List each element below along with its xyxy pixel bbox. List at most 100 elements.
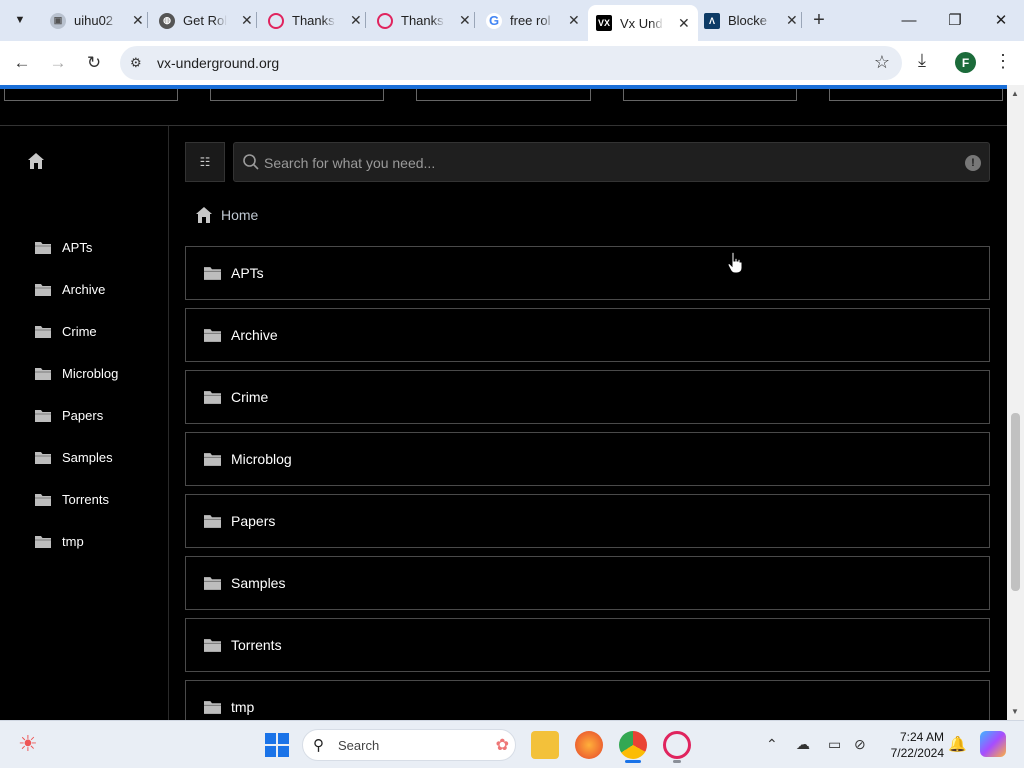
- view-toggle-button[interactable]: ☷: [185, 142, 225, 182]
- display-icon[interactable]: ▭: [828, 736, 841, 753]
- cloud-offline-icon[interactable]: ☁: [796, 736, 810, 753]
- close-window-button[interactable]: ✕: [978, 6, 1024, 34]
- tab-divider: [801, 12, 802, 28]
- site-info-icon[interactable]: ⚙: [130, 55, 142, 71]
- search-input[interactable]: [264, 151, 954, 175]
- folder-row-crime[interactable]: Crime: [185, 370, 990, 424]
- sidebar-item-label: tmp: [62, 533, 84, 549]
- breadcrumb-home-link[interactable]: Home: [221, 207, 258, 223]
- close-icon[interactable]: ✕: [568, 12, 580, 29]
- info-icon[interactable]: !: [965, 155, 981, 171]
- tab-title: Thanks: [292, 13, 335, 28]
- tab-uihu02[interactable]: ▣ uihu02 ✕: [42, 5, 152, 36]
- start-button[interactable]: [265, 733, 289, 757]
- close-icon[interactable]: ✕: [459, 12, 471, 29]
- sidebar-item-apts[interactable]: APTs: [35, 235, 92, 259]
- profile-avatar[interactable]: F: [955, 52, 976, 73]
- download-icon[interactable]: ⤓: [918, 50, 926, 71]
- scroll-down-icon[interactable]: ▼: [1011, 707, 1019, 716]
- folder-row-archive[interactable]: Archive: [185, 308, 990, 362]
- tab-search-button[interactable]: ▼: [8, 8, 32, 32]
- tab-thanks-2[interactable]: Thanks ✕: [369, 5, 479, 36]
- tab-title: Get Rol: [183, 13, 227, 28]
- folder-icon: [35, 283, 51, 296]
- folder-row-microblog[interactable]: Microblog: [185, 432, 990, 486]
- back-button[interactable]: ←: [10, 51, 34, 75]
- sidebar: APTs Archive Crime Microblog Papers Samp…: [0, 126, 169, 720]
- omnibox[interactable]: ⚙ vx-underground.org ☆: [120, 46, 902, 80]
- search-highlight-icon: ✿: [495, 737, 509, 754]
- home-icon[interactable]: [27, 152, 45, 170]
- breadcrumb: Home: [195, 206, 258, 224]
- lambda-icon: Λ: [704, 12, 720, 29]
- folder-row-samples[interactable]: Samples: [185, 556, 990, 610]
- folder-icon: [204, 515, 221, 528]
- folder-icon: [35, 241, 51, 254]
- header-tile[interactable]: [4, 89, 178, 101]
- close-icon[interactable]: ✕: [132, 12, 144, 29]
- close-icon[interactable]: ✕: [786, 12, 798, 29]
- folder-row-apts[interactable]: APTs: [185, 246, 990, 300]
- close-icon[interactable]: ✕: [241, 12, 253, 29]
- sidebar-item-tmp[interactable]: tmp: [35, 529, 84, 553]
- folder-icon: [204, 391, 221, 404]
- tab-blocked[interactable]: Λ Blocke ✕: [696, 5, 806, 36]
- sidebar-item-crime[interactable]: Crime: [35, 319, 97, 343]
- search-box: !: [233, 142, 990, 182]
- opera-icon: [268, 12, 284, 29]
- restore-button[interactable]: ❐: [932, 6, 978, 34]
- minimize-button[interactable]: —: [886, 6, 932, 34]
- sidebar-item-label: Samples: [62, 449, 113, 465]
- clock[interactable]: 7:24 AM 7/22/2024: [884, 729, 944, 761]
- image-icon: ▣: [50, 12, 66, 29]
- notification-bell-icon[interactable]: 🔔: [948, 735, 967, 753]
- google-icon: G: [486, 12, 502, 29]
- tab-vx-underground[interactable]: VX Vx Und ✕: [588, 5, 698, 41]
- sidebar-item-label: Crime: [62, 323, 97, 339]
- folder-icon: [35, 409, 51, 422]
- main-content: ☷ ! Home APTs Archive Crime: [185, 85, 991, 720]
- taskbar-search[interactable]: ⚲ Search ✿: [302, 729, 516, 761]
- sidebar-item-torrents[interactable]: Torrents: [35, 487, 109, 511]
- folder-row-tmp[interactable]: tmp: [185, 680, 990, 720]
- copilot-icon[interactable]: [980, 731, 1006, 757]
- weather-widget-icon[interactable]: ☀: [18, 731, 38, 757]
- tab-thanks-1[interactable]: Thanks ✕: [260, 5, 370, 36]
- opera-icon[interactable]: [663, 731, 691, 759]
- sidebar-item-papers[interactable]: Papers: [35, 403, 103, 427]
- chrome-icon[interactable]: [619, 731, 647, 759]
- url-text[interactable]: vx-underground.org: [157, 55, 279, 71]
- taskbar: ☀ ⚲ Search ✿ ⌃ ☁ ▭ ⊘ 7:24 AM 7/22/2024 🔔: [0, 720, 1024, 768]
- taskbar-search-label: Search: [338, 738, 380, 753]
- sidebar-item-samples[interactable]: Samples: [35, 445, 113, 469]
- close-icon[interactable]: ✕: [350, 12, 362, 29]
- more-menu-icon[interactable]: ⋮: [994, 51, 1012, 72]
- forward-button[interactable]: →: [46, 51, 70, 75]
- reload-button[interactable]: ↻: [82, 51, 106, 75]
- folder-row-papers[interactable]: Papers: [185, 494, 990, 548]
- page-scrollbar[interactable]: ▲ ▼: [1007, 85, 1024, 720]
- sidebar-item-archive[interactable]: Archive: [35, 277, 105, 301]
- home-icon[interactable]: [195, 206, 213, 224]
- scroll-thumb[interactable]: [1011, 413, 1020, 591]
- sidebar-item-microblog[interactable]: Microblog: [35, 361, 118, 385]
- globe-icon: ◍: [159, 12, 175, 29]
- tab-title: Vx Und: [620, 15, 663, 31]
- folder-row-torrents[interactable]: Torrents: [185, 618, 990, 672]
- new-tab-button[interactable]: +: [808, 8, 830, 32]
- folder-icon: [204, 267, 221, 280]
- file-explorer-icon[interactable]: [531, 731, 559, 759]
- network-icon[interactable]: ⊘: [854, 736, 866, 753]
- tab-divider: [474, 12, 475, 28]
- chevron-up-icon[interactable]: ⌃: [766, 736, 778, 753]
- folder-name: APTs: [231, 265, 264, 281]
- tab-free-rol[interactable]: G free rol ✕: [478, 5, 588, 36]
- sidebar-item-label: APTs: [62, 239, 93, 255]
- bookmark-star-icon[interactable]: ☆: [874, 52, 890, 73]
- scroll-up-icon[interactable]: ▲: [1011, 89, 1019, 98]
- tab-get-rol[interactable]: ◍ Get Rol ✕: [151, 5, 261, 36]
- folder-icon: [204, 453, 221, 466]
- tab-divider: [365, 12, 366, 28]
- firefox-icon[interactable]: [575, 731, 603, 759]
- close-icon[interactable]: ✕: [678, 15, 690, 32]
